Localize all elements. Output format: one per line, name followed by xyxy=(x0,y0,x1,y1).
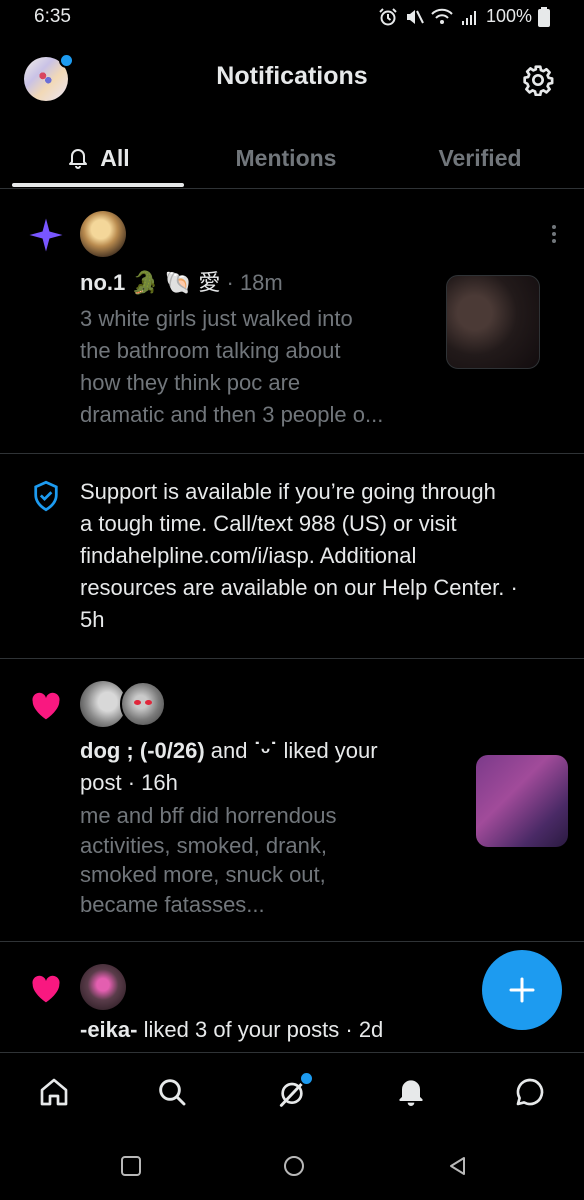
nav-notifications[interactable] xyxy=(389,1072,433,1112)
preview-line: became fatasses... xyxy=(80,891,265,917)
back-icon xyxy=(450,1157,465,1175)
status-time: 6:35 xyxy=(34,6,71,27)
sparkle-icon xyxy=(29,218,63,252)
system-back-button[interactable] xyxy=(438,1150,478,1182)
safety-line: a tough time. Call/text 988 (US) or visi… xyxy=(80,511,457,536)
like-timestamp-line: post · 16h xyxy=(80,770,178,795)
tab-mentions-label: Mentions xyxy=(235,144,337,171)
tab-all-label: All xyxy=(100,144,130,171)
preview-line: dramatic and then 3 people o... xyxy=(80,402,384,427)
recents-icon xyxy=(121,1156,141,1176)
safety-line: findahelpline.com/i/iasp. Additional xyxy=(80,543,417,568)
nav-home[interactable] xyxy=(32,1072,76,1112)
author-emoji: 🐊 🐚 愛 xyxy=(131,270,221,295)
author-avatar[interactable] xyxy=(80,211,126,257)
tab-verified-label: Verified xyxy=(438,144,522,171)
mute-icon xyxy=(406,9,424,24)
bottom-nav-divider xyxy=(0,1052,584,1053)
bell-icon xyxy=(399,1080,423,1106)
liker-name-2: ˙ᵕ˙ xyxy=(253,738,278,763)
preview-line: 3 white girls just walked into xyxy=(80,306,353,331)
home-circle-icon xyxy=(284,1156,304,1176)
home-icon xyxy=(40,1078,68,1106)
tab-all[interactable]: All xyxy=(12,138,184,178)
liker-name: dog ; (-0/26) xyxy=(80,738,205,763)
plus-icon xyxy=(509,977,535,1003)
compose-button[interactable] xyxy=(482,950,562,1030)
safety-timestamp: 5h xyxy=(80,607,105,632)
shield-check-icon xyxy=(34,480,58,512)
nav-search[interactable] xyxy=(150,1072,194,1112)
notification-safety[interactable]: Support is available if you’re going thr… xyxy=(0,454,584,658)
preview-line: the bathroom talking about xyxy=(80,338,341,363)
tab-verified[interactable]: Verified xyxy=(388,138,572,178)
safety-line: resources are available on our Help Cent… xyxy=(80,575,518,600)
system-recents-button[interactable] xyxy=(111,1150,151,1182)
search-icon xyxy=(159,1079,186,1106)
page-title: Notifications xyxy=(216,62,368,90)
notification-like[interactable]: dog ; (-0/26) and ˙ᵕ˙ liked your post · … xyxy=(0,659,584,941)
bell-icon xyxy=(69,149,88,169)
safety-line: Support is available if you’re going thr… xyxy=(80,479,496,504)
battery-percent: 100% xyxy=(485,6,532,26)
post-preview: 3 white girls just walked into the bathr… xyxy=(80,303,440,431)
notification-recommended[interactable]: no.1 🐊 🐚 愛 · 18m 3 white girls just walk… xyxy=(0,189,584,453)
notification-author-line: no.1 🐊 🐚 愛 · 18m xyxy=(80,267,440,299)
heart-icon xyxy=(32,975,60,1003)
like-action: liked 3 of your posts · 2d xyxy=(143,1017,384,1042)
preview-line: smoked more, snuck out, xyxy=(80,862,326,887)
status-icons: 100% xyxy=(378,6,550,27)
preview-line: activities, smoked, drank, xyxy=(80,832,327,858)
gear-icon xyxy=(523,65,554,97)
like-action: liked your xyxy=(283,738,378,763)
tab-mentions[interactable]: Mentions xyxy=(184,138,388,178)
post-preview: me and bff did horrendous activities, sm… xyxy=(80,801,460,919)
signal-icon xyxy=(461,10,476,25)
liker-avatar[interactable] xyxy=(120,681,166,727)
more-vertical-icon[interactable] xyxy=(546,223,562,245)
like-connector: and xyxy=(210,738,248,763)
post-thumbnail[interactable] xyxy=(446,275,540,369)
liker-name: -eika- xyxy=(80,1017,138,1042)
like-summary: -eika- liked 3 of your posts · 2d xyxy=(80,1014,500,1046)
nav-messages[interactable] xyxy=(508,1072,552,1112)
alarm-icon xyxy=(379,7,397,25)
preview-line: how they think poc are xyxy=(80,370,301,395)
author-name: no.1 xyxy=(80,270,126,295)
grok-badge-dot xyxy=(299,1071,314,1086)
active-tab-indicator xyxy=(12,183,184,187)
preview-line: me and bff did horrendous xyxy=(80,803,337,828)
battery-icon xyxy=(538,6,550,27)
system-home-button[interactable] xyxy=(274,1150,314,1182)
heart-icon xyxy=(32,692,60,720)
messages-icon xyxy=(516,1078,544,1106)
wifi-icon xyxy=(431,8,453,24)
like-summary: dog ; (-0/26) and ˙ᵕ˙ liked your post · … xyxy=(80,735,460,799)
settings-button[interactable] xyxy=(522,64,554,101)
timestamp: · 18m xyxy=(226,270,283,295)
safety-message: Support is available if you’re going thr… xyxy=(80,476,580,636)
post-thumbnail[interactable] xyxy=(476,755,568,847)
liker-avatar[interactable] xyxy=(80,964,126,1010)
